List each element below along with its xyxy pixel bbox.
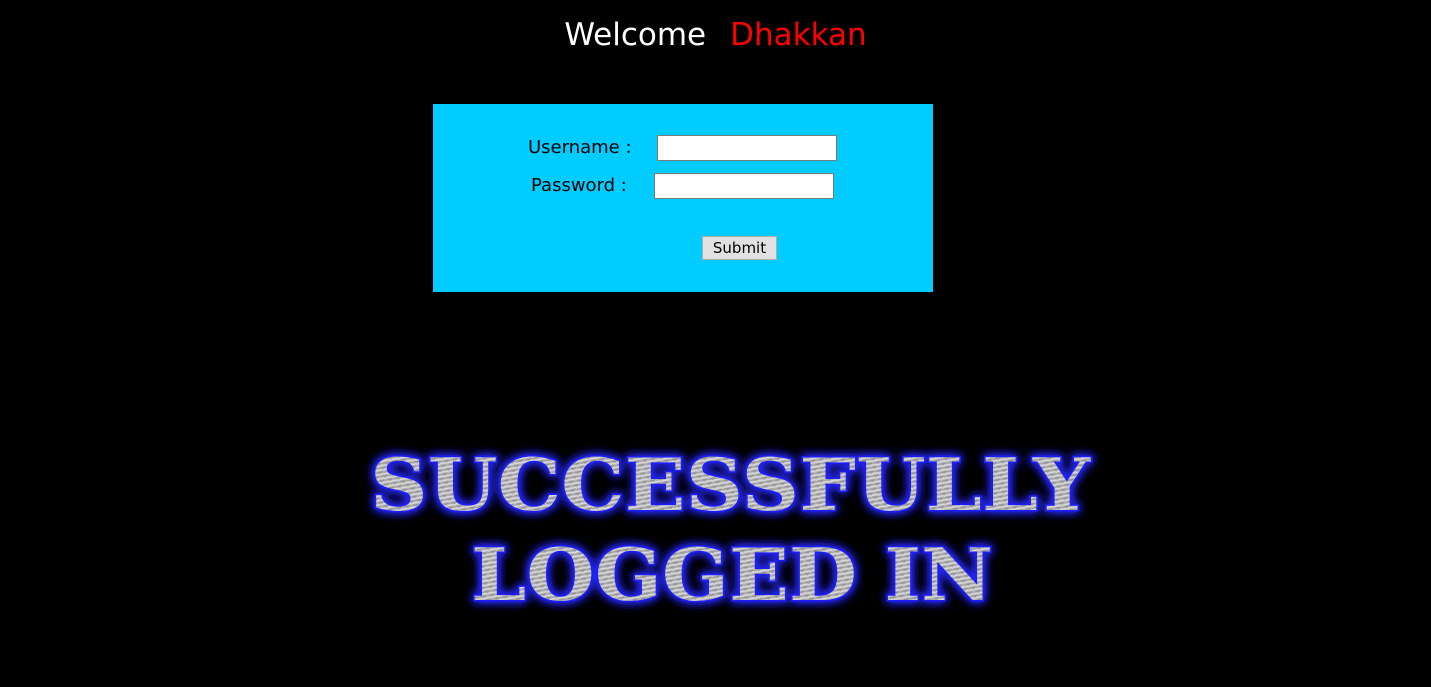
login-form: Username : Password : Submit — [433, 104, 933, 292]
success-banner: SUCCESSFULLY LOGGED IN — [330, 432, 1130, 622]
password-label: Password : — [531, 175, 627, 196]
username-input[interactable] — [657, 135, 837, 161]
username-label: Username : — [528, 137, 632, 158]
banner-line-1: SUCCESSFULLY — [370, 442, 1092, 527]
page: Welcome Dhakkan Username : Password : Sub… — [0, 0, 1431, 687]
welcome-header: Welcome Dhakkan — [0, 14, 1431, 56]
success-banner-graphic: SUCCESSFULLY LOGGED IN — [369, 441, 1094, 619]
logged-in-username: Dhakkan — [730, 17, 867, 53]
submit-button[interactable]: Submit — [702, 236, 777, 260]
password-input[interactable] — [654, 173, 834, 199]
welcome-text: Welcome — [564, 17, 707, 53]
banner-line-2: LOGGED IN — [471, 532, 993, 617]
